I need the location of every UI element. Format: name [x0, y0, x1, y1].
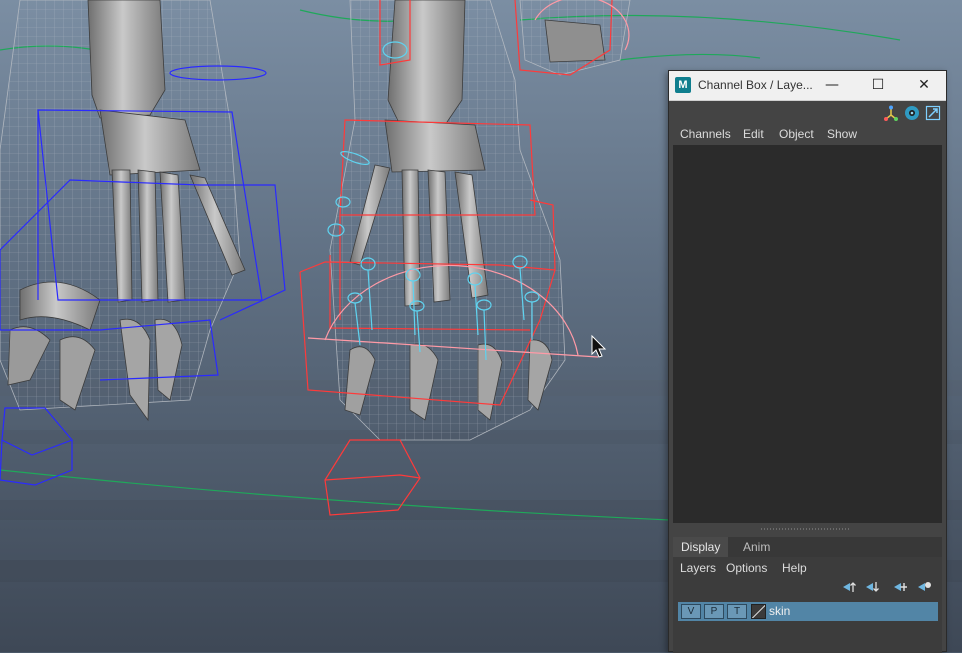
maximize-button[interactable]: ☐ — [855, 71, 901, 100]
channel-box-menubar: Channels Edit Object Show — [669, 123, 946, 145]
new-layer-icon[interactable] — [892, 579, 908, 595]
channel-box-float-icon[interactable] — [925, 105, 941, 121]
new-layer-from-selected-icon[interactable] — [916, 579, 932, 595]
window-title: Channel Box / Laye... — [698, 78, 813, 92]
tab-display[interactable]: Display — [673, 537, 729, 557]
layer-editor-toolbar — [673, 577, 942, 597]
menu-edit[interactable]: Edit — [743, 127, 764, 141]
channel-box-toolbar — [669, 101, 946, 123]
maya-logo-icon: M — [675, 77, 691, 93]
layer-editor-tabs: Display Anim — [673, 537, 942, 557]
panel-splitter-handle[interactable] — [669, 523, 946, 535]
menu-show[interactable]: Show — [827, 127, 857, 141]
window-titlebar[interactable]: M Channel Box / Laye... — ☐ ✕ — [669, 71, 946, 101]
move-layer-down-icon[interactable] — [864, 579, 880, 595]
close-button[interactable]: ✕ — [901, 71, 947, 100]
menu-help[interactable]: Help — [782, 561, 807, 575]
menu-channels[interactable]: Channels — [680, 127, 731, 141]
minimize-button[interactable]: — — [809, 71, 855, 100]
layer-display-type-toggle[interactable]: T — [727, 604, 747, 619]
layer-playback-toggle[interactable]: P — [704, 604, 724, 619]
layer-row-skin[interactable]: V P T skin — [678, 602, 938, 621]
menu-options[interactable]: Options — [726, 561, 767, 575]
layer-visibility-toggle[interactable]: V — [681, 604, 701, 619]
move-layer-up-icon[interactable] — [841, 579, 857, 595]
layer-color-swatch[interactable] — [751, 604, 766, 619]
menu-layers[interactable]: Layers — [680, 561, 716, 575]
channel-box-camera-icon[interactable] — [904, 105, 920, 121]
layer-editor: Display Anim Layers Options Help V P T s… — [673, 537, 942, 653]
channel-box-window[interactable]: M Channel Box / Laye... — ☐ ✕ Channels E… — [668, 70, 947, 653]
layer-editor-menubar: Layers Options Help — [673, 557, 942, 577]
layer-name[interactable]: skin — [769, 604, 790, 618]
channel-box-attr-icon[interactable] — [883, 105, 899, 121]
tab-anim[interactable]: Anim — [735, 537, 778, 557]
channel-list-area[interactable] — [673, 145, 942, 523]
menu-object[interactable]: Object — [779, 127, 814, 141]
